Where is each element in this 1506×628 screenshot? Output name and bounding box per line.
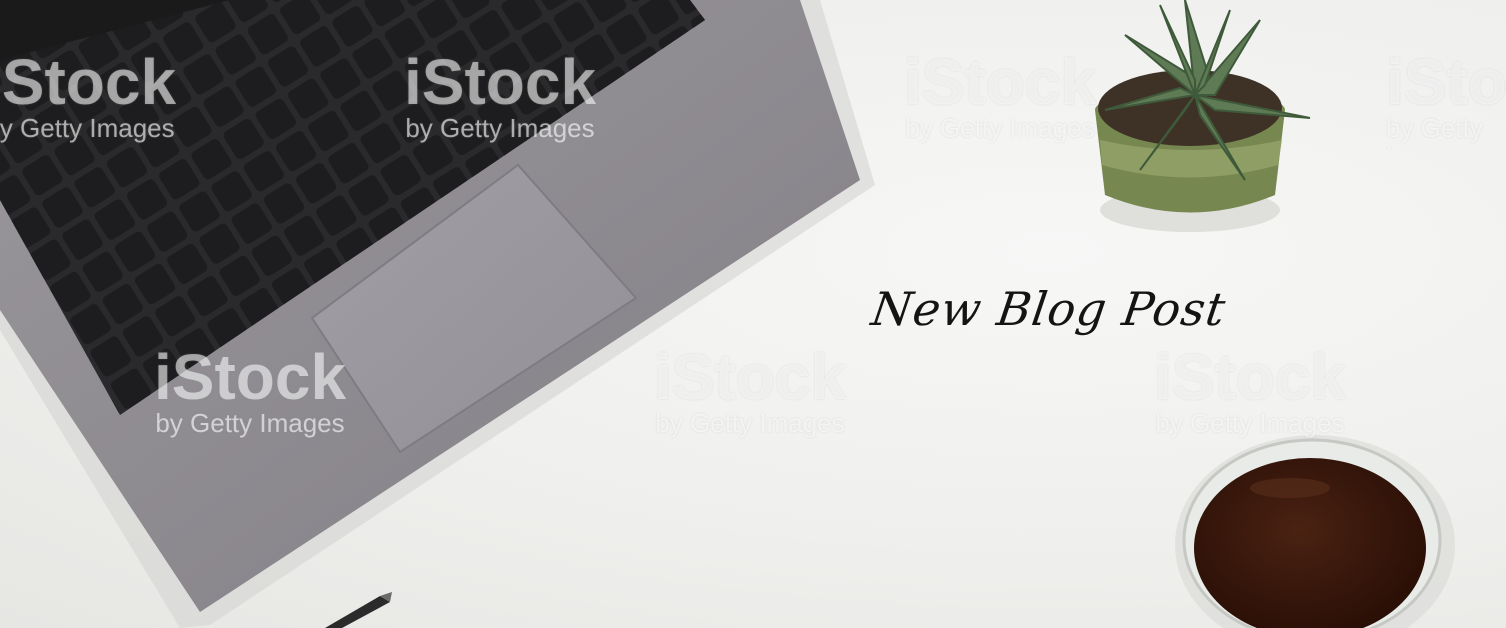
pen (325, 592, 392, 628)
photo-scene: New Blog Post iStock by Getty Images iSt… (0, 0, 1506, 628)
headline-text: New Blog Post (868, 282, 1230, 336)
coffee-cup (1175, 435, 1455, 628)
succulent-plant (1095, 0, 1311, 232)
photo-illustration (0, 0, 1455, 628)
